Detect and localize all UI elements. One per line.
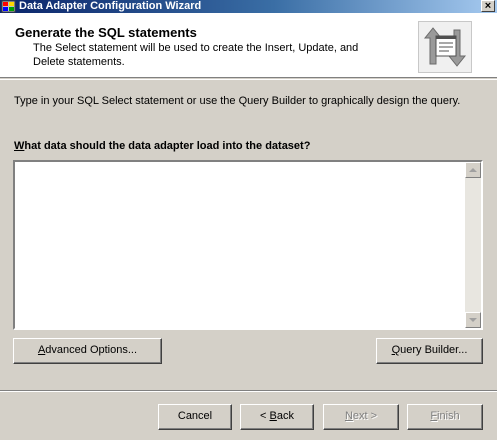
scroll-down-button[interactable]: [465, 312, 481, 328]
back-label: ack: [276, 410, 294, 422]
arrow-down-icon: [469, 318, 477, 322]
finish-label: inish: [437, 410, 460, 422]
app-icon: [1, 0, 16, 13]
sql-prompt-text: hat data should the data adapter load in…: [24, 140, 311, 152]
footer-separator: [0, 390, 497, 392]
close-icon: ×: [484, 0, 492, 12]
wizard-sql-icon: [418, 21, 472, 73]
back-mnemonic: B: [269, 410, 277, 422]
sql-prompt-mnemonic: W: [14, 140, 25, 152]
advanced-options-label: dvanced Options...: [45, 344, 138, 356]
close-button[interactable]: ×: [481, 0, 495, 12]
scroll-up-button[interactable]: [465, 162, 481, 178]
advanced-options-button[interactable]: Advanced Options...: [13, 338, 162, 364]
next-mnemonic: N: [344, 410, 353, 422]
title-bar[interactable]: Data Adapter Configuration Wizard ×: [0, 0, 497, 13]
wizard-header: Generate the SQL statements The Select s…: [0, 13, 497, 78]
sql-prompt-label: What data should the data adapter load i…: [14, 140, 310, 152]
query-builder-button[interactable]: Query Builder...: [376, 338, 483, 364]
vertical-scrollbar[interactable]: [465, 162, 481, 328]
query-builder-mnemonic: Q: [391, 344, 401, 356]
cancel-button[interactable]: Cancel: [158, 404, 232, 430]
arrow-up-icon: [469, 168, 477, 172]
query-builder-label: uery Builder...: [400, 344, 468, 356]
window-title: Data Adapter Configuration Wizard: [19, 0, 202, 12]
back-arrow-text: <: [260, 410, 270, 422]
next-label: ext >: [352, 410, 378, 422]
next-button[interactable]: Next >: [323, 404, 399, 430]
header-divider: [0, 79, 497, 80]
instruction-text: Type in your SQL Select statement or use…: [14, 95, 461, 107]
page-description: The Select statement will be used to cre…: [33, 42, 359, 68]
finish-button[interactable]: Finish: [407, 404, 483, 430]
sql-statement-input[interactable]: [15, 162, 465, 328]
sql-statement-box: [13, 160, 483, 330]
back-button[interactable]: < Back: [240, 404, 314, 430]
page-title: Generate the SQL statements: [15, 25, 197, 40]
